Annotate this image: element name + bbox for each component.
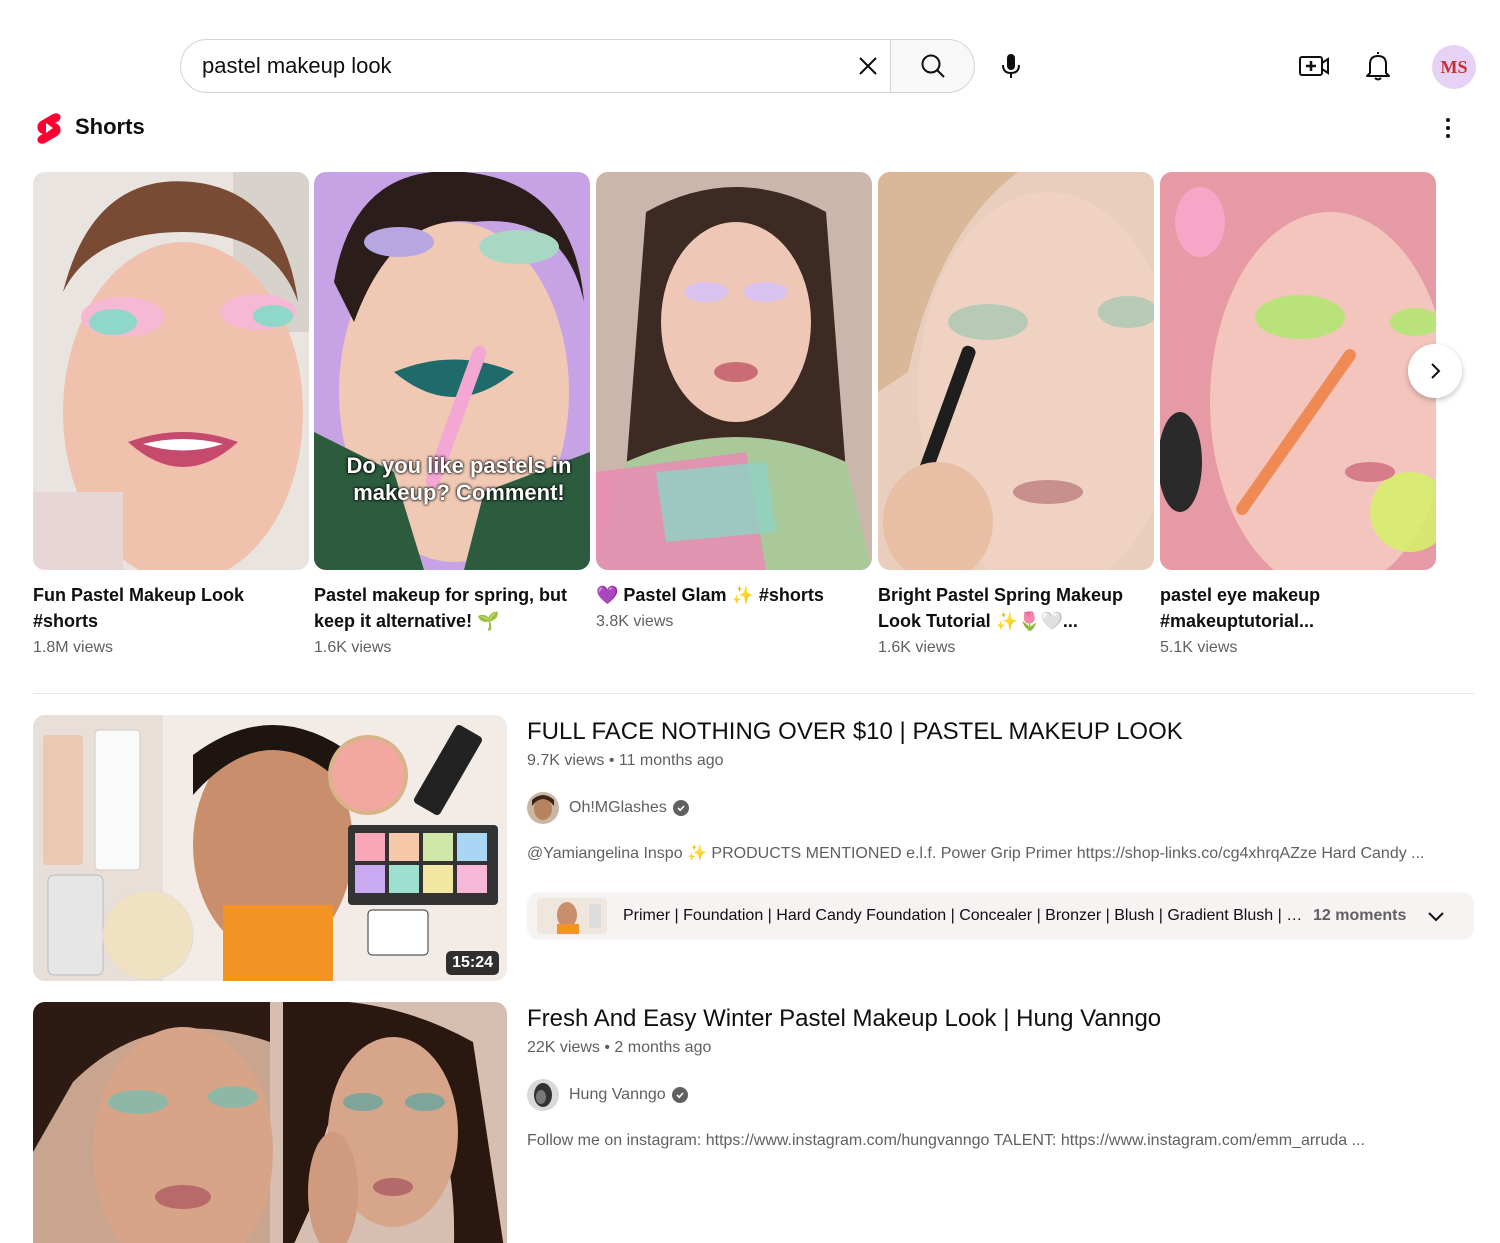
search-icon <box>921 54 945 78</box>
channel-name[interactable]: Oh!MGlashes <box>569 799 667 817</box>
channel-avatar[interactable] <box>527 792 559 824</box>
short-title[interactable]: pastel eye makeup #makeuptutorial... <box>1160 582 1436 634</box>
short-thumbnail[interactable] <box>33 172 309 570</box>
channel-row[interactable]: Hung Vanngo <box>527 1079 1474 1111</box>
short-title[interactable]: Bright Pastel Spring Makeup Look Tutoria… <box>878 582 1154 634</box>
chevron-right-icon <box>1431 363 1441 379</box>
shorts-more-button[interactable] <box>1436 112 1460 144</box>
video-title[interactable]: FULL FACE NOTHING OVER $10 | PASTEL MAKE… <box>527 715 1474 749</box>
short-caption-overlay: Do you like pastels in makeup? Comment! <box>346 453 572 505</box>
short-item[interactable]: 💜 Pastel Glam ✨ #shorts 3.8K views <box>596 172 872 632</box>
short-item[interactable]: Bright Pastel Spring Makeup Look Tutoria… <box>878 172 1154 658</box>
bell-icon <box>1366 52 1390 81</box>
short-item[interactable]: Do you like pastels in makeup? Comment! … <box>314 172 590 658</box>
moments-thumbnail <box>537 898 607 934</box>
moments-chapters: Primer | Foundation | Hard Candy Foundat… <box>623 907 1305 924</box>
short-thumbnail[interactable] <box>596 172 872 570</box>
video-add-icon <box>1299 56 1329 76</box>
voice-search-button[interactable] <box>991 46 1031 86</box>
video-description: Follow me on instagram: https://www.inst… <box>527 1132 1365 1149</box>
short-thumbnail[interactable] <box>878 172 1154 570</box>
channel-avatar[interactable] <box>527 1079 559 1111</box>
channel-row[interactable]: Oh!MGlashes <box>527 792 1474 824</box>
more-vert-icon <box>1446 118 1450 122</box>
close-icon <box>859 57 877 75</box>
verified-check-icon <box>671 1087 688 1103</box>
key-moments-bar[interactable]: Primer | Foundation | Hard Candy Foundat… <box>527 892 1474 940</box>
short-thumbnail[interactable]: Do you like pastels in makeup? Comment! <box>314 172 590 570</box>
video-info: FULL FACE NOTHING OVER $10 | PASTEL MAKE… <box>527 715 1474 940</box>
video-meta: 9.7K views • 11 months ago <box>527 752 724 769</box>
video-info: Fresh And Easy Winter Pastel Makeup Look… <box>527 1002 1474 1152</box>
microphone-icon <box>1002 54 1020 78</box>
short-views: 1.6K views <box>314 639 392 656</box>
short-views: 1.8M views <box>33 639 114 656</box>
video-title[interactable]: Fresh And Easy Winter Pastel Makeup Look… <box>527 1002 1474 1036</box>
chevron-down-icon[interactable] <box>1424 904 1448 928</box>
create-button[interactable] <box>1294 46 1334 86</box>
short-thumbnail[interactable] <box>1160 172 1436 570</box>
video-thumbnail[interactable] <box>33 1002 507 1243</box>
video-duration: 15:24 <box>446 951 499 975</box>
search-button[interactable] <box>890 40 974 92</box>
video-thumbnail[interactable]: 15:24 <box>33 715 507 981</box>
short-title[interactable]: Pastel makeup for spring, but keep it al… <box>314 582 590 634</box>
short-views: 1.6K views <box>878 639 956 656</box>
search-input[interactable]: pastel makeup look <box>181 40 846 92</box>
verified-check-icon <box>672 800 689 816</box>
shorts-section-title: Shorts <box>75 114 145 139</box>
shorts-next-button[interactable] <box>1408 344 1462 398</box>
section-divider <box>33 693 1474 694</box>
account-avatar[interactable]: MS <box>1432 45 1476 89</box>
short-views: 5.1K views <box>1160 639 1238 656</box>
short-item[interactable]: Fun Pastel Makeup Look #shorts 1.8M view… <box>33 172 309 658</box>
moments-count: 12 moments <box>1313 907 1407 924</box>
video-description: @Yamiangelina Inspo ✨ PRODUCTS MENTIONED… <box>527 845 1425 862</box>
short-title[interactable]: 💜 Pastel Glam ✨ #shorts <box>596 582 872 608</box>
short-item[interactable]: pastel eye makeup #makeuptutorial... 5.1… <box>1160 172 1436 658</box>
channel-name[interactable]: Hung Vanngo <box>569 1086 666 1104</box>
shorts-logo-icon <box>37 113 61 144</box>
short-title[interactable]: Fun Pastel Makeup Look #shorts <box>33 582 309 634</box>
video-result[interactable]: 15:24 FULL FACE NOTHING OVER $10 | PASTE… <box>33 715 1474 981</box>
search-box[interactable]: pastel makeup look <box>180 39 975 93</box>
video-result[interactable]: Fresh And Easy Winter Pastel Makeup Look… <box>33 1002 1474 1243</box>
notifications-button[interactable] <box>1358 46 1398 86</box>
clear-search-button[interactable] <box>846 40 890 92</box>
video-meta: 22K views • 2 months ago <box>527 1039 712 1056</box>
short-views: 3.8K views <box>596 613 674 630</box>
